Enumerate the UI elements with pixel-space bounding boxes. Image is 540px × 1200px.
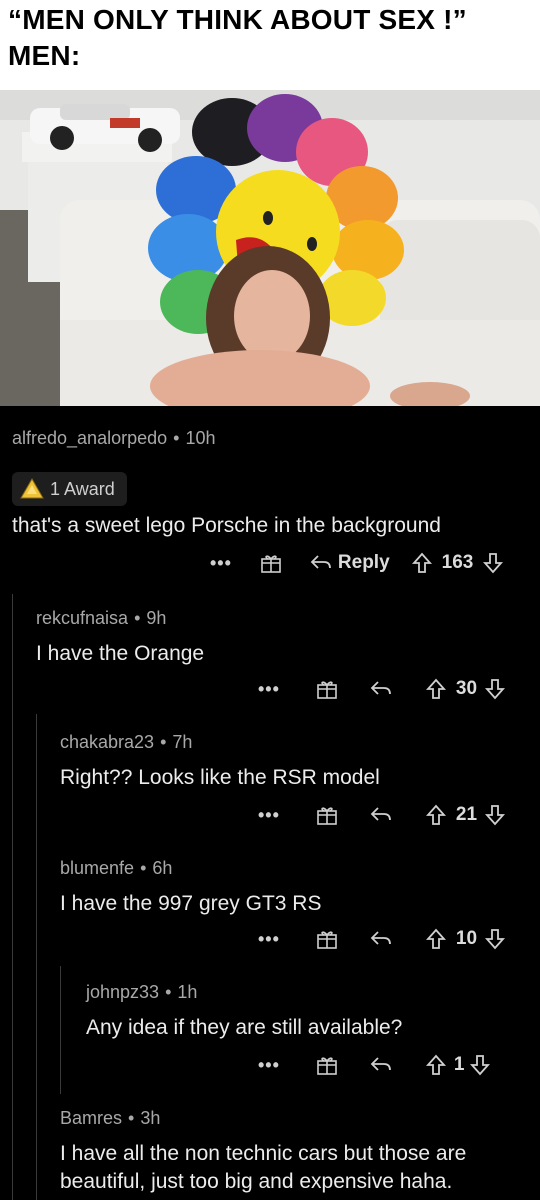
- comment-3-time: 7h: [172, 732, 193, 752]
- reply-icon[interactable]: [310, 554, 332, 572]
- comment-2-username[interactable]: rekcufnaisa: [36, 608, 128, 629]
- reply-icon[interactable]: [370, 680, 392, 698]
- more-options-button[interactable]: •••: [258, 1055, 280, 1076]
- comment-6-text: I have all the non technic cars but thos…: [60, 1142, 467, 1193]
- comment-3-meta: chakabra23 • 7h: [60, 732, 192, 753]
- comment-6-time: 3h: [140, 1108, 161, 1128]
- more-options-button[interactable]: •••: [258, 929, 280, 950]
- thread-line-level-2[interactable]: [36, 714, 37, 1200]
- comment-4-meta: blumenfe • 6h: [60, 858, 172, 879]
- meme-caption-line-2: MEN:: [8, 40, 81, 71]
- comment-5-actions: ••• 1: [258, 1050, 491, 1080]
- comment-1-actions: ••• Reply 163: [210, 548, 504, 578]
- gift-icon[interactable]: [316, 1054, 338, 1076]
- comment-4-actions: ••• 10: [258, 924, 506, 954]
- post-photo: [0, 90, 540, 406]
- meta-separator: •: [140, 858, 147, 878]
- comment-2-time: 9h: [146, 608, 167, 628]
- comment-4-text: I have the 997 grey GT3 RS: [60, 892, 322, 915]
- comment-4-username[interactable]: blumenfe: [60, 858, 134, 879]
- meme-caption-line-1: “MEN ONLY THINK ABOUT SEX !”: [8, 4, 467, 35]
- meme-caption: “MEN ONLY THINK ABOUT SEX !” MEN:: [0, 0, 540, 90]
- downvote-icon[interactable]: [485, 804, 506, 826]
- comment-3-username[interactable]: chakabra23: [60, 732, 154, 753]
- thread-line-level-1[interactable]: [12, 594, 13, 1200]
- more-options-button[interactable]: •••: [258, 805, 280, 826]
- vote-count: 21: [455, 804, 478, 825]
- more-options-button[interactable]: •••: [258, 679, 280, 700]
- photo-illustration: [0, 90, 540, 406]
- comment-5-text: Any idea if they are still available?: [86, 1016, 403, 1039]
- reply-icon[interactable]: [370, 1056, 392, 1074]
- comment-5-meta: johnpz33 • 1h: [86, 982, 197, 1003]
- comment-3-text: Right?? Looks like the RSR model: [60, 766, 380, 789]
- thread-line-level-3[interactable]: [60, 966, 61, 1094]
- meta-separator: •: [134, 608, 141, 628]
- gift-icon[interactable]: [316, 928, 338, 950]
- vote-count: 10: [455, 928, 478, 949]
- comment-1-text: that's a sweet lego Porsche in the backg…: [12, 514, 441, 537]
- meta-separator: •: [165, 982, 172, 1002]
- comment-5-time: 1h: [177, 982, 198, 1002]
- gift-icon[interactable]: [316, 804, 338, 826]
- meta-separator: •: [160, 732, 167, 752]
- downvote-icon[interactable]: [485, 678, 506, 700]
- downvote-icon[interactable]: [483, 552, 504, 574]
- comment-4-time: 6h: [152, 858, 173, 878]
- reply-icon[interactable]: [370, 806, 392, 824]
- vote-count: 163: [441, 552, 474, 573]
- reply-icon[interactable]: [370, 930, 392, 948]
- comment-5-username[interactable]: johnpz33: [86, 982, 159, 1003]
- meta-separator: •: [128, 1108, 135, 1128]
- comment-6-username[interactable]: Bamres: [60, 1108, 122, 1129]
- award-label: 1 Award: [50, 478, 115, 499]
- comment-1-username[interactable]: alfredo_analorpedo: [12, 428, 167, 449]
- upvote-icon[interactable]: [411, 552, 432, 574]
- comment-3-actions: ••• 21: [258, 800, 506, 830]
- upvote-icon[interactable]: [425, 678, 446, 700]
- comment-6-meta: Bamres • 3h: [60, 1108, 160, 1129]
- reply-button[interactable]: Reply: [338, 552, 390, 574]
- comment-2-text: I have the Orange: [36, 642, 205, 665]
- gift-icon[interactable]: [260, 552, 282, 574]
- comment-2-meta: rekcufnaisa • 9h: [36, 608, 166, 629]
- comment-1-time: 10h: [185, 428, 216, 448]
- more-options-button[interactable]: •••: [210, 553, 232, 574]
- award-icon: [20, 478, 44, 500]
- vote-count: 1: [453, 1054, 465, 1075]
- award-badge[interactable]: 1 Award: [12, 472, 127, 506]
- comment-1-meta: alfredo_analorpedo • 10h: [12, 428, 216, 449]
- upvote-icon[interactable]: [425, 804, 446, 826]
- vote-count: 30: [455, 678, 478, 699]
- upvote-icon[interactable]: [425, 928, 446, 950]
- meta-separator: •: [173, 428, 180, 448]
- downvote-icon[interactable]: [485, 928, 506, 950]
- comment-2-actions: ••• 30: [258, 674, 506, 704]
- downvote-icon[interactable]: [470, 1054, 491, 1076]
- upvote-icon[interactable]: [425, 1054, 446, 1076]
- gift-icon[interactable]: [316, 678, 338, 700]
